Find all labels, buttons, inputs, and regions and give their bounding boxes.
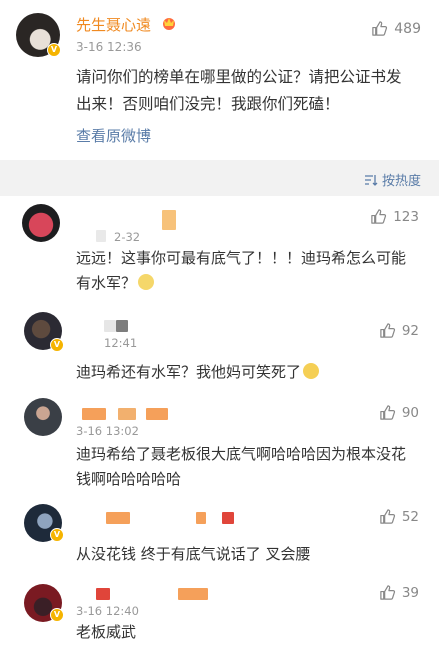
list-item: V 52 从没花钱 终于有底气说话了 叉会腰: [0, 500, 439, 572]
verified-badge-icon: V: [47, 43, 61, 57]
comment-like-button[interactable]: 90: [379, 404, 419, 421]
blurred-username: [104, 320, 116, 332]
comment-text: 迪玛希给了聂老板很大底气啊哈哈哈因为根本没花钱啊哈哈哈哈哈: [76, 445, 407, 488]
list-item: 3-16 13:02 90 迪玛希给了聂老板很大底气啊哈哈哈因为根本没花钱啊哈哈…: [0, 390, 439, 490]
sort-icon: [364, 174, 378, 186]
verified-badge-icon: V: [50, 528, 64, 542]
crown-icon: [163, 18, 175, 30]
commenter-avatar[interactable]: [24, 398, 62, 436]
post-text: 请问你们的榜单在哪里做的公证？请把公证书发出来！否则咱们没完！我跟你们死磕！: [76, 68, 402, 113]
verified-badge-icon: V: [50, 338, 64, 352]
thumb-up-icon: [380, 509, 395, 524]
post-like-button[interactable]: 489: [371, 20, 421, 37]
sort-bar: 按热度: [0, 160, 439, 196]
sort-label: 按热度: [381, 174, 421, 189]
thumb-up-icon: [380, 405, 395, 420]
verified-badge-icon: V: [50, 608, 64, 622]
blurred-username: [146, 408, 168, 420]
comment-like-count: 52: [401, 508, 419, 525]
comment-like-button[interactable]: 52: [379, 508, 419, 525]
blurred-username: [82, 408, 106, 420]
thumb-up-icon: [372, 21, 388, 36]
list-item: V 12:41 92 迪玛希还有水军？我他妈可笑死了: [0, 302, 439, 382]
comment-time: 3-16 12:40: [76, 604, 139, 618]
blurred-username: [96, 588, 110, 600]
list-item: V 3-16 12:40 39 老板威武: [0, 578, 439, 662]
blurred-username: [178, 588, 208, 600]
view-original-link[interactable]: 查看原微博: [76, 125, 151, 146]
comment-text: 老板威武: [76, 623, 137, 641]
thinking-emoji-icon: [138, 274, 155, 290]
blurred-username: [118, 408, 136, 420]
blurred-username: [96, 230, 106, 242]
thumb-up-icon: [380, 585, 395, 600]
comment-time: 2-32: [114, 230, 141, 244]
blurred-username: [222, 512, 234, 524]
comment-text: 迪玛希还有水军？我他妈可笑死了: [76, 360, 416, 385]
comment-like-count: 123: [393, 208, 419, 225]
commenter-avatar[interactable]: [22, 204, 60, 242]
comment-list: 2-32 123 远远！这事你可最有底气了！！！迪玛希怎么可能有水军？ V 12…: [0, 196, 439, 662]
comment-like-button[interactable]: 92: [379, 322, 419, 339]
comment-text: 远远！这事你可最有底气了！！！迪玛希怎么可能有水军？: [76, 249, 407, 292]
comment-like-count: 39: [401, 584, 419, 601]
list-item: 2-32 123 远远！这事你可最有底气了！！！迪玛希怎么可能有水军？: [0, 196, 439, 296]
comment-time: 12:41: [104, 336, 138, 350]
post-like-count: 489: [394, 20, 421, 37]
blurred-username: [116, 320, 128, 332]
post-time: 3-16 12:36: [76, 40, 142, 54]
blurred-username: [106, 512, 130, 524]
comment-time: 3-16 13:02: [76, 424, 139, 438]
original-post: V 先生聂心遠 3-16 12:36 489 请问你们的榜单在哪里做的公证？请把…: [0, 0, 439, 160]
comment-like-button[interactable]: 39: [379, 584, 419, 601]
blurred-username: [196, 512, 206, 524]
thumb-up-icon: [371, 209, 387, 224]
laughing-emoji-icon: [303, 363, 320, 379]
comment-like-button[interactable]: 123: [370, 208, 419, 225]
comment-like-count: 92: [401, 322, 419, 339]
post-author-name[interactable]: 先生聂心遠: [76, 14, 151, 35]
comment-like-count: 90: [401, 404, 419, 421]
blurred-username: [162, 210, 176, 230]
sort-by-hot-button[interactable]: 按热度: [364, 170, 421, 189]
thumb-up-icon: [380, 323, 395, 338]
comment-text: 从没花钱 终于有底气说话了 叉会腰: [76, 545, 311, 563]
